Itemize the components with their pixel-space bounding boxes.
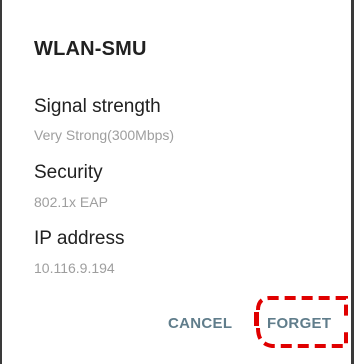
security-label: Security [34,162,103,183]
dialog-title: WLAN-SMU [34,38,147,60]
forget-highlight-annotation [254,296,348,348]
dialog-left-edge [0,0,2,364]
signal-strength-label: Signal strength [34,96,161,117]
ip-address-value: 10.116.9.194 [34,260,115,276]
ip-address-label: IP address [34,228,125,249]
cancel-button[interactable]: CANCEL [168,315,232,332]
signal-strength-value: Very Strong(300Mbps) [34,127,175,143]
wifi-network-dialog: WLAN-SMU Signal strength Very Strong(300… [0,0,354,364]
security-value: 802.1x EAP [34,194,108,210]
